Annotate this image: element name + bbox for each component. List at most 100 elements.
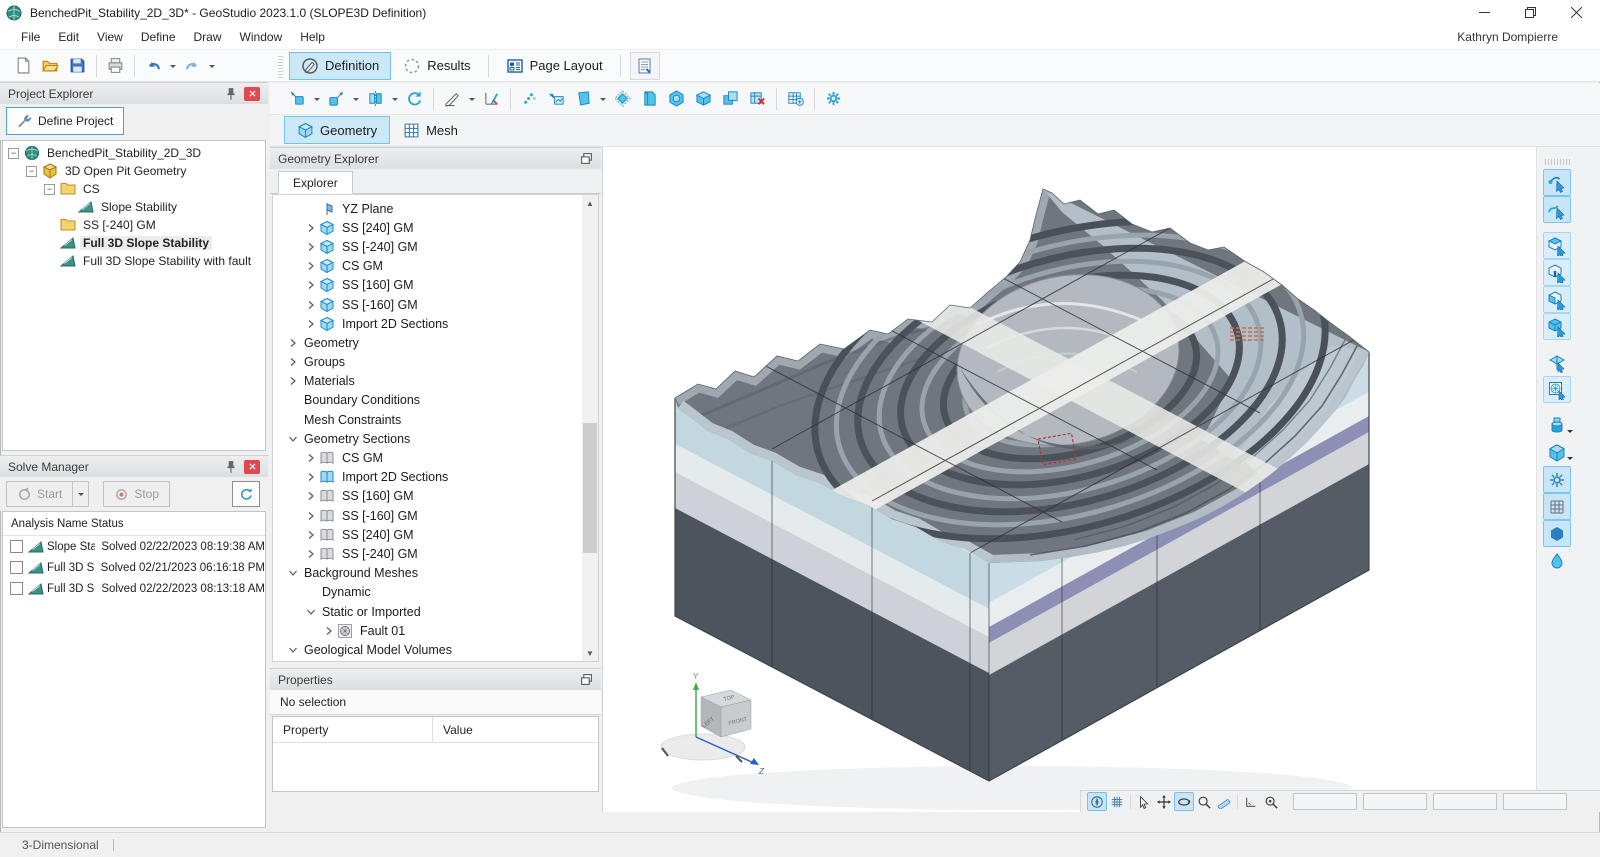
ge-tree-item[interactable]: Fault 01 [273, 621, 598, 640]
ge-tree-item[interactable]: CS GM [273, 257, 598, 276]
tab-geometry[interactable]: Geometry [284, 116, 390, 144]
view-preset-button[interactable] [1543, 412, 1571, 439]
zoom-view-button[interactable] [1194, 792, 1214, 811]
tab-page-layout[interactable]: Page Layout [494, 52, 615, 80]
ge-tree-item[interactable]: SS [-160] GM [273, 506, 598, 525]
toggle-lighting-button[interactable] [1543, 466, 1571, 493]
pe-tree-item[interactable]: Slope Stability [3, 198, 265, 216]
ge-tree-item[interactable]: SS [-160] GM [273, 295, 598, 314]
expander-icon[interactable] [303, 258, 319, 274]
undo-button[interactable] [140, 52, 167, 79]
zoom-window-button[interactable] [1261, 792, 1281, 811]
select-cursor-button[interactable] [1134, 792, 1154, 811]
pan-view-button[interactable] [1154, 792, 1174, 811]
move-points-button[interactable] [284, 85, 311, 112]
pe-tree-item[interactable]: −BenchedPit_Stability_2D_3D [3, 144, 265, 162]
ge-tree-item[interactable]: SS [240] GM [273, 525, 598, 544]
expander-icon[interactable] [303, 220, 319, 236]
float-panel-icon[interactable] [580, 673, 593, 686]
delete-geometry-button[interactable] [744, 85, 771, 112]
print-button[interactable] [102, 52, 129, 79]
toggle-grid-button[interactable] [1107, 792, 1127, 811]
save-file-button[interactable] [64, 52, 91, 79]
expander-icon[interactable] [285, 335, 301, 351]
ge-tree-item[interactable]: Import 2D Sections [273, 314, 598, 333]
draw-points-button[interactable] [516, 85, 543, 112]
open-file-button[interactable] [37, 52, 64, 79]
draw-regions-dropdown[interactable] [597, 85, 609, 112]
select-volumes-button[interactable] [1543, 313, 1571, 340]
ge-tree-item[interactable]: Background Meshes [273, 564, 598, 583]
coordinates-table-button[interactable] [782, 85, 809, 112]
expander-icon[interactable] [303, 277, 319, 293]
orbit-view-button[interactable] [1174, 792, 1194, 811]
menu-help[interactable]: Help [291, 25, 334, 50]
ge-tree-item[interactable]: Dynamic [273, 583, 598, 602]
analysis-checkbox[interactable] [10, 561, 23, 574]
select-faces-button[interactable] [1543, 232, 1571, 259]
scroll-thumb[interactable] [583, 423, 597, 553]
select-edges-button[interactable] [1543, 259, 1571, 286]
ge-tree-item[interactable]: Boundary Conditions [273, 391, 598, 410]
analysis-checkbox[interactable] [10, 582, 23, 595]
expander-icon[interactable] [303, 469, 319, 485]
expander-icon[interactable] [285, 373, 301, 389]
ge-tree-item[interactable]: YZ Plane [273, 199, 598, 218]
close-panel-icon[interactable] [244, 87, 260, 101]
draw-regions-button[interactable] [570, 85, 597, 112]
expander-icon[interactable] [321, 623, 337, 639]
merge-volumes-button[interactable] [717, 85, 744, 112]
expander-icon[interactable] [285, 565, 301, 581]
toggle-shading-button[interactable] [1543, 520, 1571, 547]
ge-tree-item[interactable]: SS [160] GM [273, 487, 598, 506]
minimize-button[interactable] [1461, 0, 1507, 25]
close-panel-icon[interactable] [244, 460, 260, 474]
tab-mesh[interactable]: Mesh [390, 116, 471, 144]
volume-from-sections-button[interactable] [636, 85, 663, 112]
move-points-dropdown[interactable] [311, 85, 323, 112]
expander-icon[interactable] [285, 431, 301, 447]
snap-corner-button[interactable] [1241, 792, 1261, 811]
ge-tree-item[interactable]: Mesh Constraints [273, 410, 598, 429]
import-regions-button[interactable] [543, 85, 570, 112]
select-cells-button[interactable] [1543, 286, 1571, 313]
redo-button[interactable] [179, 52, 206, 79]
expander-icon[interactable] [285, 354, 301, 370]
scroll-down-icon[interactable]: ▼ [582, 645, 598, 661]
toggle-water-button[interactable] [1543, 547, 1571, 574]
tab-results[interactable]: Results [391, 52, 482, 80]
define-project-button[interactable]: Define Project [6, 107, 124, 135]
tree-scrollbar[interactable]: ▲ ▼ [582, 195, 598, 661]
float-panel-icon[interactable] [580, 152, 593, 165]
volume-box-button[interactable] [690, 85, 717, 112]
expander-icon[interactable] [303, 488, 319, 504]
copy-points-dropdown[interactable] [350, 85, 362, 112]
undo-dropdown[interactable] [167, 52, 179, 79]
start-dropdown[interactable] [73, 481, 89, 507]
tab-explorer[interactable]: Explorer [278, 171, 353, 194]
menu-define[interactable]: Define [132, 25, 185, 50]
ge-tree-item[interactable]: Import 2D Sections [273, 468, 598, 487]
pin-icon[interactable] [224, 460, 238, 474]
pe-tree-item[interactable]: Full 3D Slope Stability with fault [3, 252, 265, 270]
ge-tree-item[interactable]: SS [160] GM [273, 276, 598, 295]
mirror-geometry-button[interactable] [362, 85, 389, 112]
start-button[interactable]: Start [6, 481, 73, 507]
revolve-section-button[interactable] [609, 85, 636, 112]
3d-model-canvas[interactable]: TOP LEFT FRONT Y Z [603, 147, 1537, 812]
ge-tree-item[interactable]: Static or Imported [273, 602, 598, 621]
snap-axis-button[interactable] [478, 85, 505, 112]
menu-view[interactable]: View [88, 25, 132, 50]
ge-tree-item[interactable]: Geometry Sections [273, 429, 598, 448]
refresh-button[interactable] [232, 481, 260, 507]
ge-tree-item[interactable]: SS [-240] GM [273, 237, 598, 256]
new-file-button[interactable] [10, 52, 37, 79]
expander-icon[interactable] [303, 316, 319, 332]
expander-icon[interactable]: − [8, 148, 19, 159]
pe-tree-item[interactable]: −CS [3, 180, 265, 198]
expander-icon[interactable] [303, 450, 319, 466]
expander-icon[interactable] [303, 546, 319, 562]
stop-button[interactable]: Stop [103, 481, 170, 507]
expander-icon[interactable] [303, 527, 319, 543]
ge-tree-item[interactable]: Geological Model Volumes [273, 640, 598, 659]
